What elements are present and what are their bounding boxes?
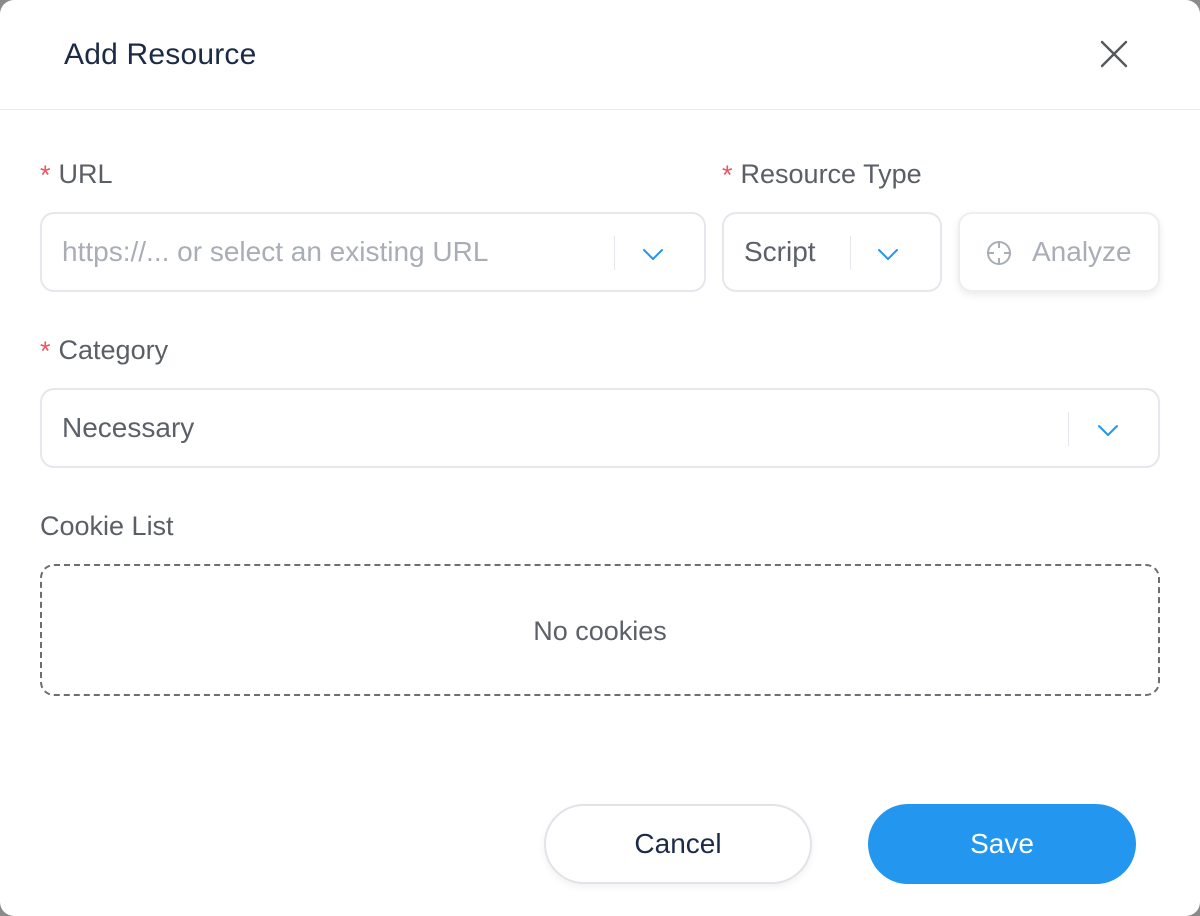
save-button[interactable]: Save — [868, 804, 1136, 884]
no-cookies-text: No cookies — [533, 616, 667, 646]
resource-type-select[interactable]: Script — [722, 212, 942, 292]
category-label-text: Category — [58, 335, 169, 365]
category-select[interactable]: Necessary — [40, 388, 1160, 468]
category-divider — [1068, 412, 1069, 446]
resource-type-label-text: Resource Type — [740, 159, 922, 189]
crosshair-icon — [985, 239, 1013, 267]
cancel-button[interactable]: Cancel — [544, 804, 812, 884]
chevron-down-icon[interactable] — [640, 241, 666, 267]
resource-type-label: * Resource Type — [722, 159, 922, 190]
url-label: * URL — [40, 159, 113, 190]
cookie-list-empty: No cookies — [40, 564, 1160, 696]
dialog-title: Add Resource — [64, 38, 257, 71]
url-divider — [614, 236, 615, 270]
required-mark: * — [40, 336, 51, 366]
chevron-down-icon[interactable] — [1095, 417, 1121, 443]
analyze-button[interactable]: Analyze — [958, 212, 1160, 292]
analyze-label: Analyze — [1032, 236, 1132, 267]
category-label: * Category — [40, 335, 168, 366]
url-label-text: URL — [58, 159, 113, 189]
resource-type-divider — [850, 236, 851, 270]
dialog-header: Add Resource — [0, 0, 1200, 110]
chevron-down-icon[interactable] — [875, 241, 901, 267]
close-icon[interactable] — [1094, 34, 1134, 74]
add-resource-dialog: Add Resource * URL https://... or select … — [0, 0, 1200, 916]
url-placeholder[interactable]: https://... or select an existing URL — [62, 236, 488, 268]
required-mark: * — [40, 160, 51, 190]
category-value[interactable]: Necessary — [62, 412, 194, 444]
required-mark: * — [722, 160, 733, 190]
resource-type-value[interactable]: Script — [744, 236, 816, 268]
url-select[interactable]: https://... or select an existing URL — [40, 212, 706, 292]
cookie-list-label: Cookie List — [40, 511, 174, 541]
